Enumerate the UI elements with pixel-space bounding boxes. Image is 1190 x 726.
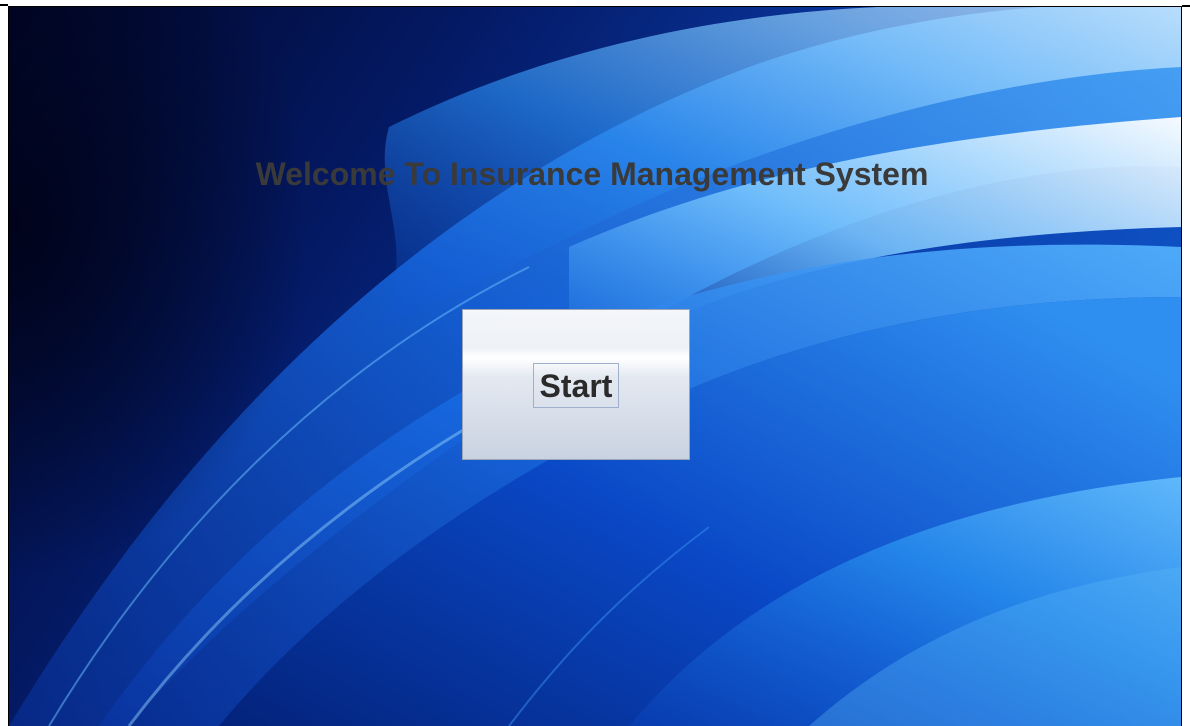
start-button[interactable]: Start: [462, 309, 690, 460]
start-button-focus-box[interactable]: Start: [533, 363, 619, 408]
frame-border-right: [1181, 6, 1182, 726]
page-title: Welcome To Insurance Management System: [255, 156, 929, 192]
app-window: Welcome To Insurance Management System S…: [0, 0, 1190, 726]
frame-corner: [1182, 5, 1190, 7]
start-button-label: Start: [539, 367, 613, 404]
frame-edge: [0, 4, 8, 6]
